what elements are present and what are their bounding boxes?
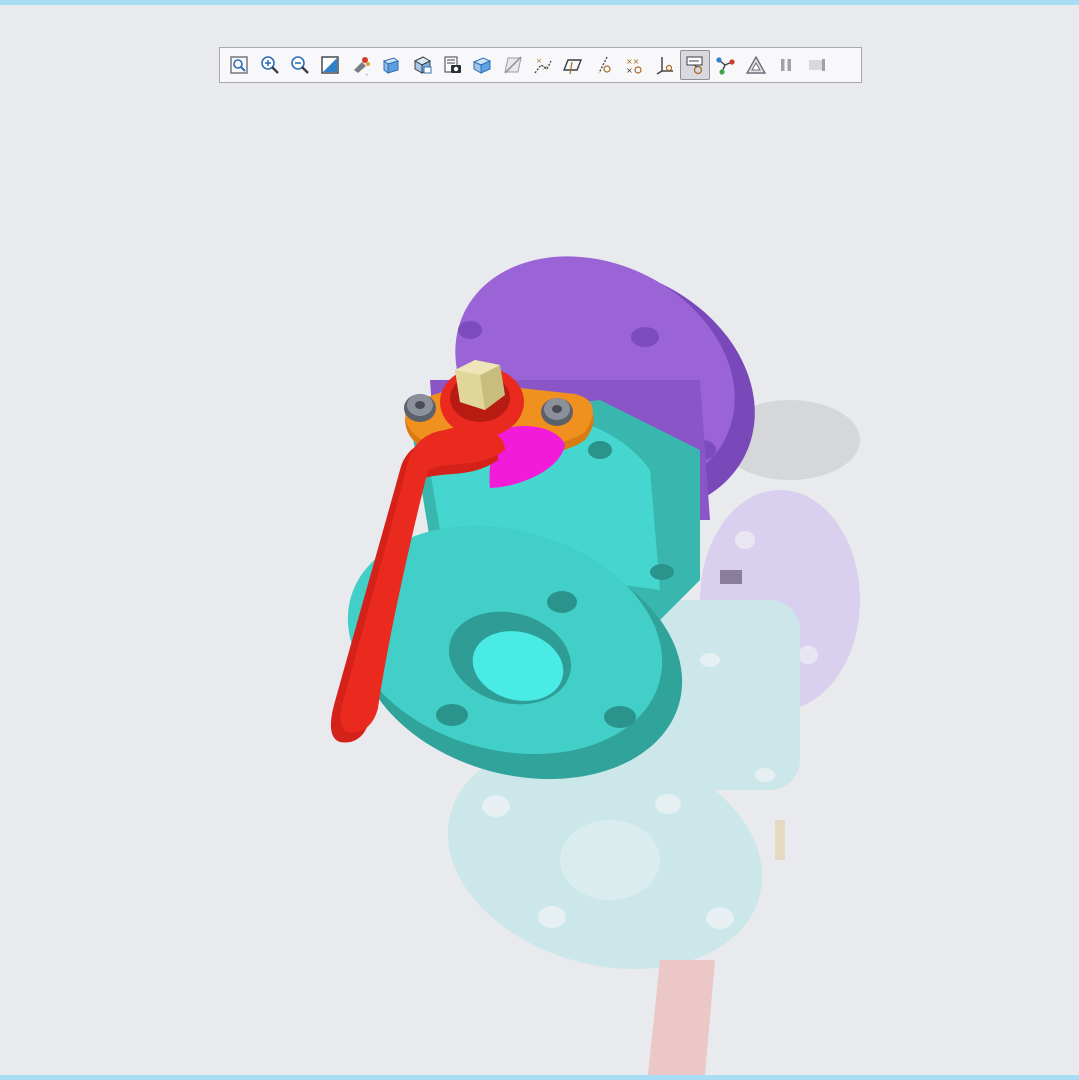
axis-display-button[interactable] <box>558 50 588 80</box>
zoom-out-button[interactable] <box>285 50 315 80</box>
display-style-button[interactable] <box>437 50 467 80</box>
ghost-handle <box>648 960 715 1075</box>
svg-text:×: × <box>536 57 542 65</box>
repaint-icon <box>321 56 340 74</box>
svg-text:××: ×× <box>626 57 639 66</box>
zoom-in-icon <box>260 56 279 74</box>
graphics-window[interactable] <box>0 90 1079 1075</box>
pause-icon <box>781 59 792 71</box>
repaint-button[interactable] <box>315 50 345 80</box>
graphics-toolbar: , × × ×× × <box>219 47 862 83</box>
section-button[interactable] <box>741 50 771 80</box>
annotation-display-icon <box>686 56 703 75</box>
valve-model[interactable] <box>0 90 1079 1075</box>
annotation-display-button[interactable] <box>679 50 711 80</box>
spin-center-icon: , <box>353 57 370 76</box>
next-button[interactable] <box>801 50 831 80</box>
datum-display-icon <box>504 56 522 74</box>
point-symbols-button[interactable]: ×× × <box>619 50 649 80</box>
view-manager-button[interactable] <box>406 50 436 80</box>
svg-text:,: , <box>366 70 368 76</box>
display-style-icon <box>444 56 461 73</box>
explode-view-icon <box>716 57 736 75</box>
zoom-in-button[interactable] <box>254 50 284 80</box>
view-manager-icon <box>413 56 432 74</box>
next-icon <box>808 59 825 71</box>
point-display-icon <box>598 56 611 74</box>
section-icon <box>745 55 767 74</box>
axis-display-icon <box>563 59 583 75</box>
point-display-button[interactable] <box>589 50 619 80</box>
csys-display-button[interactable] <box>649 50 679 80</box>
pause-button[interactable] <box>771 50 801 80</box>
svg-text:×: × <box>626 66 633 75</box>
plane-display-button[interactable]: × × <box>528 50 558 80</box>
perspective-button[interactable] <box>467 50 497 80</box>
window-frame-top <box>0 0 1079 5</box>
spin-center-button[interactable]: , <box>346 50 376 80</box>
plane-display-icon: ×× <box>534 57 552 74</box>
saved-orientations-icon <box>383 57 400 74</box>
window-frame-bottom <box>0 1075 1079 1080</box>
refit-button[interactable] <box>224 50 254 80</box>
refit-icon <box>230 56 248 74</box>
saved-orientations-button[interactable] <box>376 50 406 80</box>
zoom-out-icon <box>291 56 309 74</box>
explode-view-button[interactable] <box>710 50 740 80</box>
point-symbols-icon: ××× <box>626 57 642 75</box>
csys-display-icon <box>656 57 673 75</box>
perspective-icon <box>473 57 492 74</box>
datum-display-button[interactable] <box>498 50 528 80</box>
